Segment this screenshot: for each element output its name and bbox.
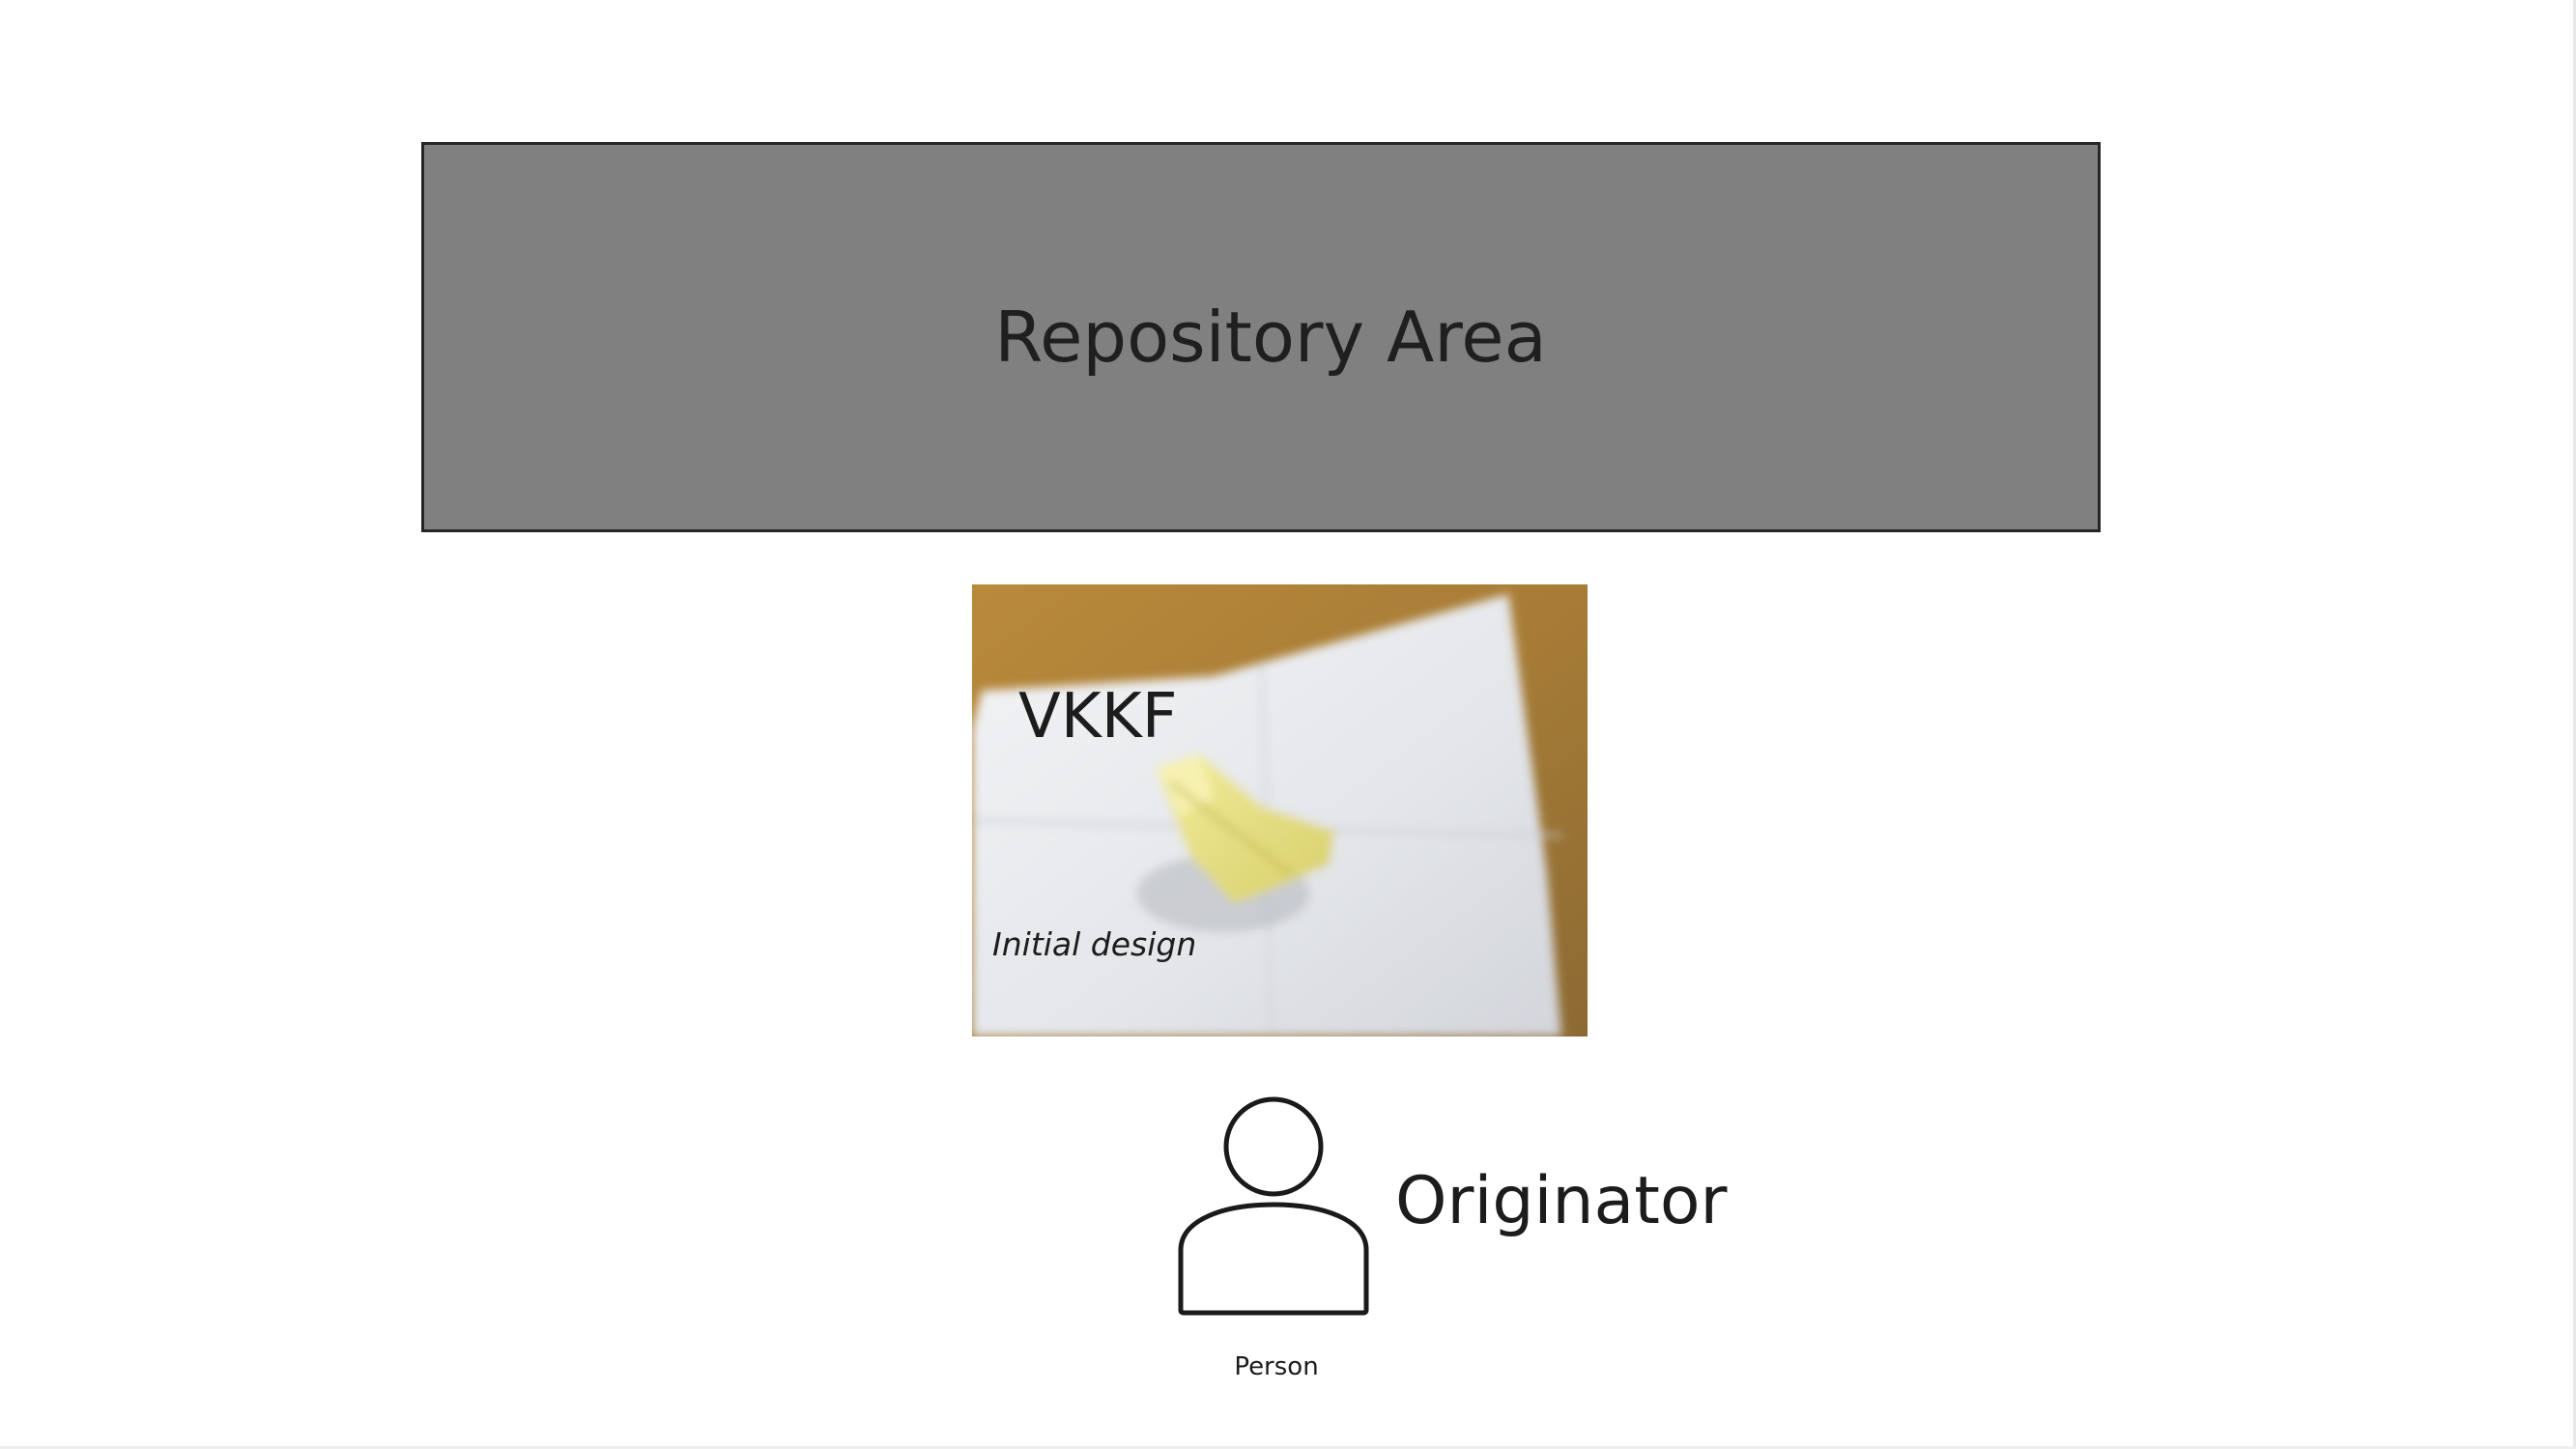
design-card[interactable]: VKKF Initial design — [972, 584, 1588, 1037]
design-card-caption: Initial design — [992, 925, 1197, 963]
originator-label: Originator — [1395, 1163, 1728, 1239]
design-photo — [972, 584, 1588, 1037]
person-icon[interactable] — [1177, 1095, 1370, 1316]
diagram-canvas: Repository Area VKKF Initial design Orig… — [0, 0, 2576, 1449]
repository-area[interactable]: Repository Area — [421, 142, 2101, 532]
design-card-title: VKKF — [1018, 681, 1178, 753]
repository-area-label: Repository Area — [994, 297, 1547, 378]
person-type-label: Person — [1234, 1352, 1319, 1381]
